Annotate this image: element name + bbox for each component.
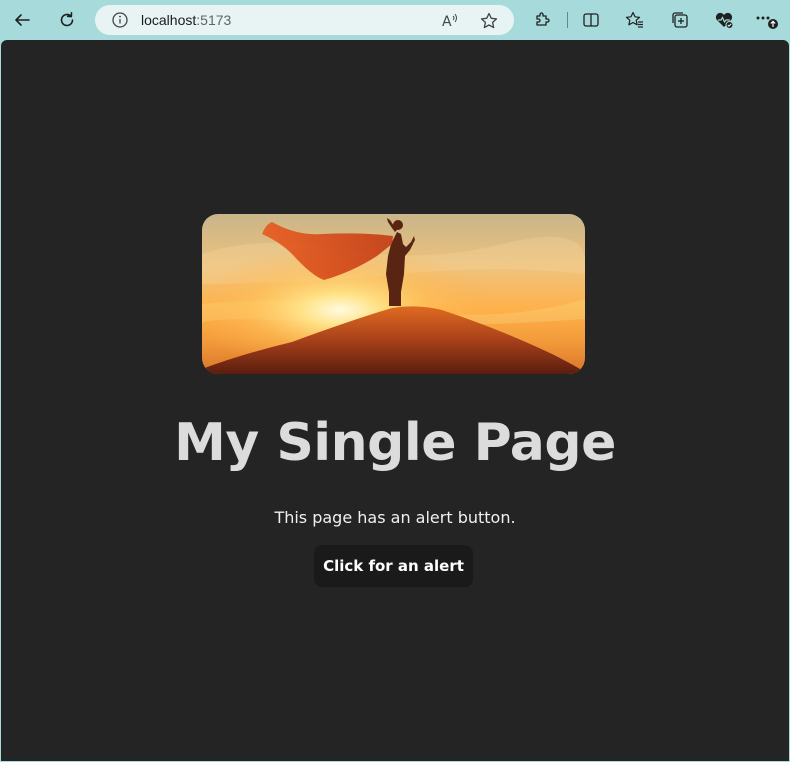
- more-options-button[interactable]: [752, 5, 782, 35]
- extensions-button[interactable]: [528, 5, 558, 35]
- url-text: localhost:5173: [141, 12, 231, 28]
- page-description: This page has an alert button.: [274, 508, 516, 527]
- sunset-superhero-cape-image: [202, 214, 585, 374]
- read-aloud-icon: A: [442, 13, 457, 30]
- favorite-button[interactable]: [479, 11, 499, 31]
- alert-button[interactable]: Click for an alert: [314, 545, 473, 587]
- favorites-button[interactable]: [620, 5, 650, 35]
- collections-button[interactable]: [665, 5, 695, 35]
- collections-icon: [672, 12, 688, 28]
- extensions-icon: [536, 12, 550, 26]
- favorite-star-icon: [480, 12, 498, 29]
- back-arrow-icon: [15, 14, 30, 26]
- browser-window: localhost:5173 A My Single Page This pag…: [0, 0, 790, 762]
- read-aloud-glyph: A: [442, 14, 452, 30]
- browser-toolbar: localhost:5173 A: [0, 0, 790, 40]
- page-viewport: My Single Page This page has an alert bu…: [1, 40, 789, 761]
- url-port: :5173: [196, 12, 232, 28]
- read-aloud-button[interactable]: A: [440, 11, 460, 31]
- url-host: localhost: [141, 12, 197, 28]
- toolbar-divider: [567, 12, 568, 28]
- split-screen-icon: [583, 13, 599, 27]
- browser-essentials-icon: [715, 12, 734, 29]
- refresh-icon: [60, 12, 74, 27]
- back-button[interactable]: [7, 5, 37, 35]
- favorites-list-icon: [625, 11, 643, 28]
- info-icon[interactable]: [111, 11, 129, 29]
- more-options-icon: [756, 16, 778, 29]
- browser-essentials-button[interactable]: [709, 5, 739, 35]
- refresh-button[interactable]: [52, 5, 82, 35]
- address-bar[interactable]: localhost:5173 A: [95, 5, 514, 35]
- hero-image: [202, 214, 585, 374]
- split-screen-button[interactable]: [576, 5, 606, 35]
- page-title: My Single Page: [174, 413, 616, 473]
